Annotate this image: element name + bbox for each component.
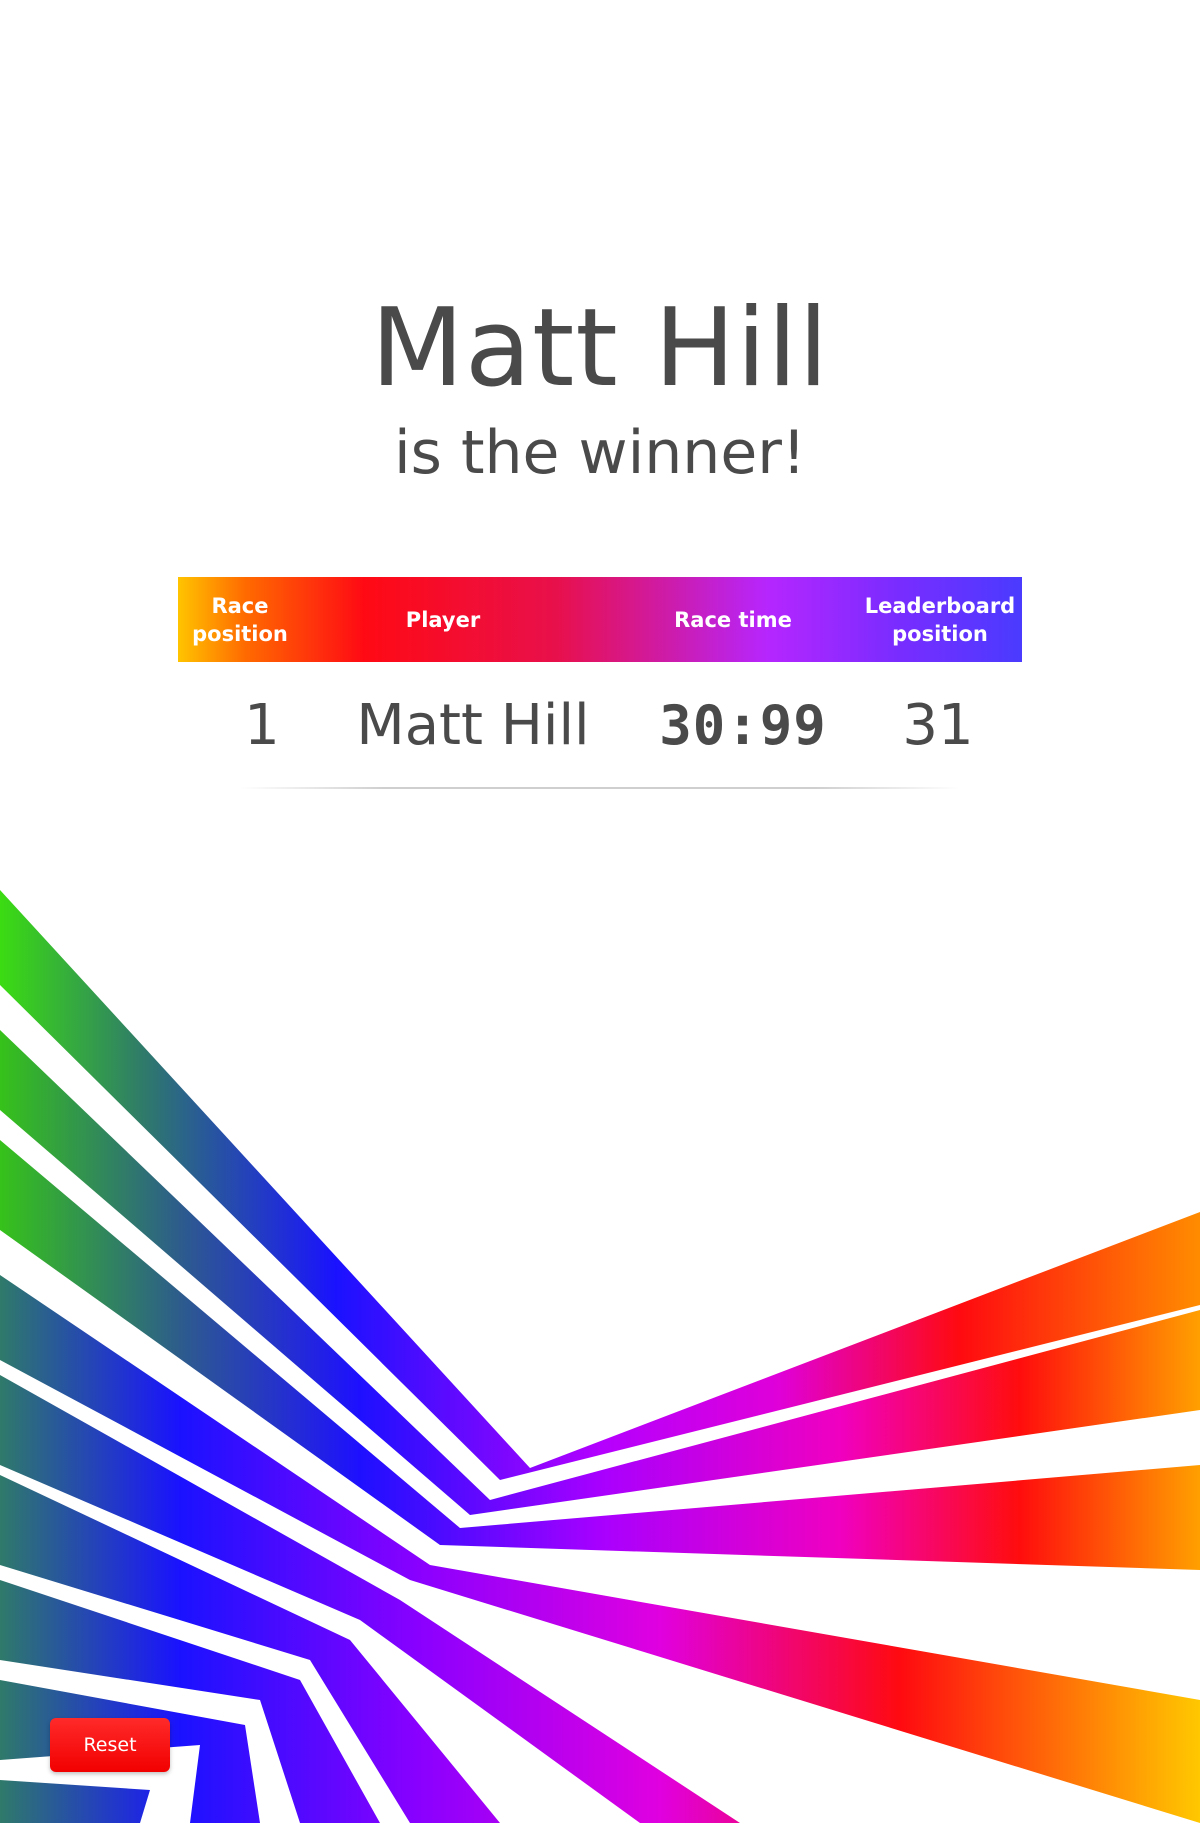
header-race-time: Race time — [674, 607, 792, 632]
table-row: 1 Matt Hill 30:99 31 — [178, 680, 1022, 770]
winner-name: Matt Hill — [370, 286, 830, 411]
header-leaderboard-position: Leaderboard position — [864, 593, 1016, 646]
cell-race-position: 1 — [244, 692, 280, 758]
rainbow-stripes-decoration — [0, 890, 1200, 1823]
reset-button[interactable]: Reset — [50, 1718, 170, 1772]
row-divider — [240, 787, 960, 789]
winner-subtitle: is the winner! — [394, 418, 806, 488]
results-table-header: Race position Player Race time Leaderboa… — [178, 577, 1022, 662]
cell-player: Matt Hill — [356, 692, 590, 758]
cell-race-time: 30:99 — [659, 693, 827, 757]
results-screen: Matt Hill is the winner! Race position P… — [0, 0, 1200, 1823]
cell-leaderboard-position: 31 — [902, 692, 974, 758]
header-player: Player — [405, 607, 481, 632]
header-race-position: Race position — [192, 593, 288, 646]
